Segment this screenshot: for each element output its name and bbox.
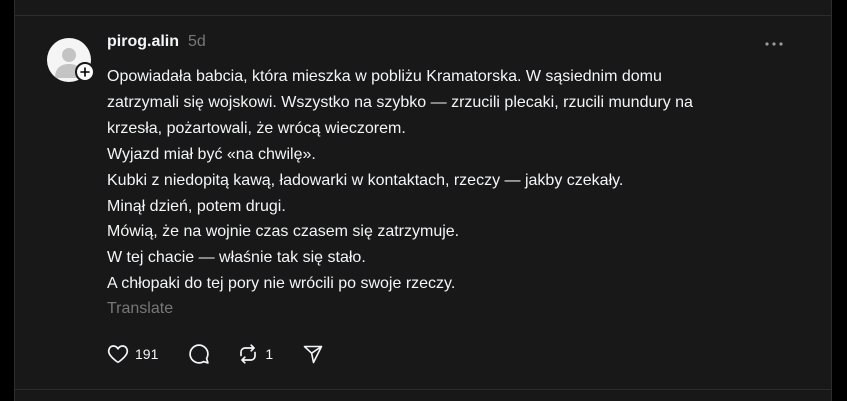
post-text-line: Minął dzień, potem drugi. bbox=[107, 197, 286, 215]
feed-panel: pirog.alin 5d Opowiadała babcia, która m… bbox=[14, 0, 832, 401]
post-header: pirog.alin 5d bbox=[107, 33, 206, 55]
divider-top bbox=[15, 15, 831, 16]
avatar-container[interactable] bbox=[47, 38, 95, 84]
like-count: 191 bbox=[135, 346, 159, 362]
share-button[interactable] bbox=[303, 343, 323, 365]
comment-icon bbox=[189, 344, 210, 364]
translate-link[interactable]: Translate bbox=[107, 300, 173, 318]
repost-count: 1 bbox=[265, 346, 274, 362]
repost-icon bbox=[240, 344, 257, 364]
post-text-line: Kubki z niedopitą kawą, ładowarki w kont… bbox=[107, 171, 624, 189]
more-options-button[interactable] bbox=[763, 36, 785, 52]
reply-button[interactable] bbox=[188, 343, 210, 365]
heart-icon bbox=[107, 345, 129, 364]
post-actions: 191 1 bbox=[107, 343, 323, 365]
divider-bottom bbox=[15, 389, 831, 390]
more-horizontal-icon bbox=[765, 42, 783, 46]
post-text-line: W tej chacie — właśnie tak się stało. bbox=[107, 249, 366, 267]
post-text-line: zatrzymali się wojskowi. Wszystko na szy… bbox=[107, 93, 693, 111]
post-text: Opowiadała babcia, która mieszka w pobli… bbox=[107, 64, 807, 297]
post-text-line: krzesła, pożartowali, że wrócą wieczorem… bbox=[107, 119, 406, 137]
post-text-line: Wyjazd miał być «na chwilę». bbox=[107, 145, 316, 163]
repost-button[interactable]: 1 bbox=[237, 343, 273, 365]
follow-button[interactable] bbox=[75, 62, 95, 82]
post-text-line: Opowiadała babcia, która mieszka w pobli… bbox=[107, 68, 662, 85]
send-icon bbox=[303, 345, 323, 364]
like-button[interactable]: 191 bbox=[107, 343, 158, 365]
post-timestamp[interactable]: 5d bbox=[188, 33, 206, 51]
post-text-line: Mówią, że na wojnie czas czasem się zatr… bbox=[107, 223, 460, 241]
plus-icon bbox=[80, 67, 90, 77]
post-text-line: A chłopaki do tej pory nie wrócili po sw… bbox=[107, 275, 456, 293]
username-link[interactable]: pirog.alin bbox=[107, 33, 179, 51]
